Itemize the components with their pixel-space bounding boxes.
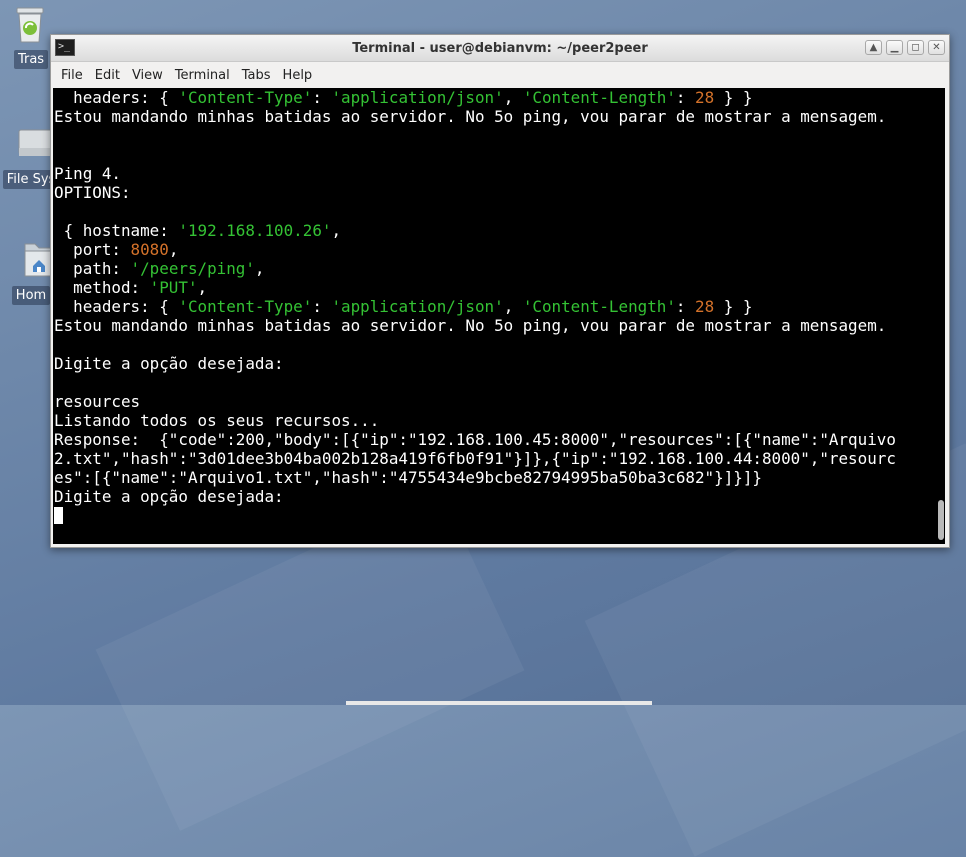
terminal-segment: 'application/json' [331, 297, 504, 316]
terminal-segment: 'Content-Type' [178, 88, 313, 107]
terminal-line: resources [54, 392, 140, 411]
terminal-segment: OPTIONS: [54, 183, 131, 202]
terminal-segment: { hostname: [54, 221, 179, 240]
terminal-segment: Estou mandando minhas batidas ao servido… [54, 107, 887, 126]
terminal-line: path: '/peers/ping', [54, 259, 265, 278]
terminal-segment: , [503, 297, 523, 316]
terminal-line: { hostname: '192.168.100.26', [54, 221, 341, 240]
terminal-segment: '192.168.100.26' [178, 221, 332, 240]
window-title: Terminal - user@debianvm: ~/peer2peer [352, 41, 648, 56]
menu-file[interactable]: File [55, 68, 89, 83]
drive-icon [9, 124, 54, 164]
shade-button[interactable]: ▲ [865, 40, 882, 55]
terminal-segment: : [675, 88, 696, 107]
terminal-line: Digite a opção desejada: [54, 487, 284, 506]
terminal-segment: 8080 [130, 240, 169, 259]
terminal-segment: 'application/json' [331, 88, 504, 107]
terminal-line: OPTIONS: [54, 183, 131, 202]
home-folder-icon [9, 240, 54, 280]
terminal-segment: Digite a opção desejada: [54, 487, 284, 506]
terminal-line: method: 'PUT', [54, 278, 207, 297]
terminal-segment: : [675, 297, 696, 316]
terminal-segment: : [312, 88, 332, 107]
terminal-line: 2.txt","hash":"3d01dee3b04ba002b128a419f… [54, 449, 896, 468]
desktop-icon-label: Hom [11, 286, 51, 305]
terminal-segment: Ping 4. [54, 164, 121, 183]
terminal-text: headers: { 'Content-Type': 'application/… [53, 88, 945, 525]
terminal-line: headers: { 'Content-Type': 'application/… [54, 88, 752, 107]
menu-tabs[interactable]: Tabs [236, 68, 277, 83]
menu-view[interactable]: View [126, 68, 169, 83]
terminal-segment: method: [54, 278, 150, 297]
terminal-segment: 28 [695, 297, 715, 316]
terminal-line: headers: { 'Content-Type': 'application/… [54, 297, 752, 316]
terminal-segment: Listando todos os seus recursos... [54, 411, 380, 430]
terminal-segment: 28 [695, 88, 715, 107]
terminal-segment: , [331, 221, 342, 240]
terminal-window[interactable]: >_ Terminal - user@debianvm: ~/peer2peer… [50, 34, 950, 548]
terminal-line: Digite a opção desejada: [54, 354, 284, 373]
terminal-segment: : [312, 297, 332, 316]
terminal-segment: 'PUT' [149, 278, 198, 297]
terminal-segment: port: [54, 240, 131, 259]
terminal-line: Ping 4. [54, 164, 121, 183]
close-button[interactable]: ✕ [928, 40, 945, 55]
terminal-segment: 'Content-Length' [522, 88, 676, 107]
terminal-segment: , [168, 240, 179, 259]
menu-help[interactable]: Help [277, 68, 319, 83]
panel-edge [346, 701, 652, 705]
terminal-segment: Digite a opção desejada: [54, 354, 284, 373]
terminal-line: Estou mandando minhas batidas ao servido… [54, 107, 886, 126]
window-titlebar[interactable]: >_ Terminal - user@debianvm: ~/peer2peer… [51, 35, 949, 62]
terminal-segment: Response: {"code":200,"body":[{"ip":"192… [54, 430, 896, 449]
terminal-segment: 2.txt","hash":"3d01dee3b04ba002b128a419f… [54, 449, 896, 468]
terminal-segment: '/peers/ping' [130, 259, 255, 278]
maximize-button[interactable]: ◻ [907, 40, 924, 55]
terminal-segment: , [503, 88, 523, 107]
terminal-cursor [54, 507, 63, 524]
terminal-scrollbar[interactable] [935, 88, 945, 544]
terminal-segment: } } [714, 88, 753, 107]
terminal-line [54, 506, 63, 525]
window-controls: ▲ ▁ ◻ ✕ [865, 40, 945, 55]
menu-bar: File Edit View Terminal Tabs Help [51, 62, 949, 88]
trash-icon [9, 4, 53, 44]
terminal-line: port: 8080, [54, 240, 178, 259]
terminal-line: Listando todos os seus recursos... [54, 411, 379, 430]
terminal-segment: path: [54, 259, 131, 278]
scrollbar-thumb[interactable] [938, 500, 944, 540]
terminal-segment: es":[{"name":"Arquivo1.txt","hash":"4755… [54, 468, 762, 487]
terminal-output[interactable]: headers: { 'Content-Type': 'application/… [53, 88, 945, 544]
terminal-segment: 'Content-Type' [178, 297, 313, 316]
terminal-line: es":[{"name":"Arquivo1.txt","hash":"4755… [54, 468, 762, 487]
terminal-segment: 'Content-Length' [522, 297, 676, 316]
terminal-segment: , [254, 259, 265, 278]
terminal-line: Estou mandando minhas batidas ao servido… [54, 316, 886, 335]
minimize-button[interactable]: ▁ [886, 40, 903, 55]
menu-edit[interactable]: Edit [89, 68, 126, 83]
terminal-segment: headers: { [54, 88, 179, 107]
terminal-segment: resources [54, 392, 141, 411]
terminal-segment: } } [714, 297, 753, 316]
terminal-segment: , [197, 278, 208, 297]
desktop-icon-label: Tras [13, 50, 49, 69]
terminal-line: Response: {"code":200,"body":[{"ip":"192… [54, 430, 896, 449]
terminal-segment: headers: { [54, 297, 179, 316]
menu-terminal[interactable]: Terminal [169, 68, 236, 83]
terminal-segment: Estou mandando minhas batidas ao servido… [54, 316, 887, 335]
